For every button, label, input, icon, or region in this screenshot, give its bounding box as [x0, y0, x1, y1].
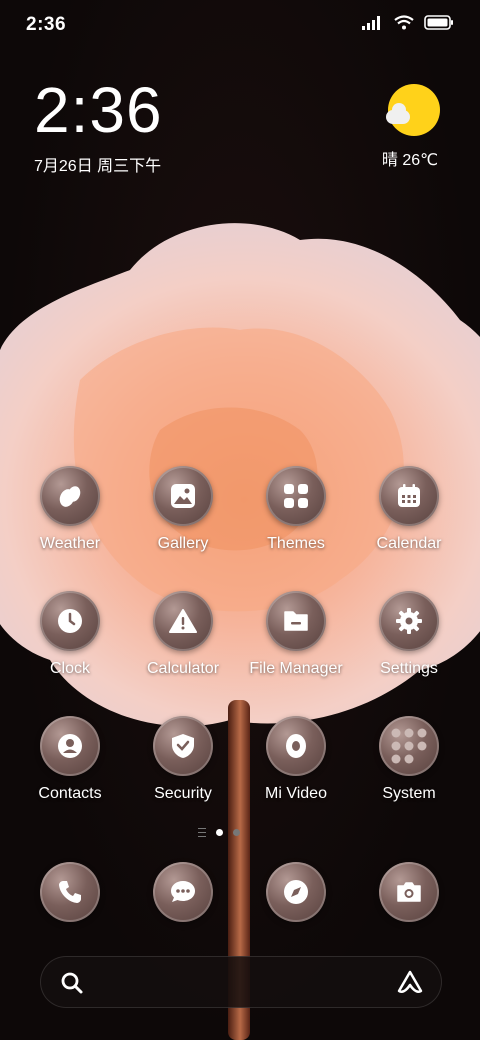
dock-phone[interactable] — [14, 862, 126, 922]
clock-time: 2:36 — [34, 74, 163, 146]
app-weather[interactable]: Weather — [14, 466, 126, 553]
app-label: Calendar — [376, 535, 442, 552]
search-icon[interactable] — [60, 971, 84, 995]
app-settings[interactable]: Settings — [353, 591, 465, 678]
app-label: Weather — [39, 535, 101, 552]
security-icon — [153, 716, 213, 776]
weather-widget[interactable]: 晴 26℃ — [382, 84, 444, 170]
page-indicator[interactable] — [198, 828, 240, 837]
app-file-manager[interactable]: File Manager — [240, 591, 352, 678]
app-gallery[interactable]: Gallery — [127, 466, 239, 553]
status-bar: 2:36 — [0, 0, 480, 50]
battery-icon — [424, 15, 453, 30]
dock-camera[interactable] — [353, 862, 465, 922]
app-clock[interactable]: Clock — [14, 591, 126, 678]
app-calendar[interactable]: Calendar — [353, 466, 465, 553]
signal-icon — [362, 15, 380, 30]
wifi-icon — [394, 15, 414, 30]
app-label: Mi Video — [265, 785, 327, 802]
gallery-icon — [153, 466, 213, 526]
app-label: System — [382, 785, 436, 802]
page-dot[interactable] — [233, 829, 240, 836]
clock-widget[interactable]: 2:36 7月26日 周三下午 — [34, 78, 163, 176]
dock-messages[interactable] — [127, 862, 239, 922]
app-themes[interactable]: Themes — [240, 466, 352, 553]
app-label: Settings — [380, 660, 438, 677]
file-manager-icon — [266, 591, 326, 651]
app-folder-system[interactable]: System — [353, 716, 465, 803]
dock-browser[interactable] — [240, 862, 352, 922]
app-label: Security — [154, 785, 212, 802]
sun-cloud-icon — [386, 84, 440, 136]
app-label: Clock — [49, 660, 90, 677]
phone-icon — [40, 862, 100, 922]
app-mi-video[interactable]: Mi Video — [240, 716, 352, 803]
clock-icon — [40, 591, 100, 651]
app-contacts[interactable]: Contacts — [14, 716, 126, 803]
status-time: 2:36 — [26, 14, 67, 35]
app-label: Gallery — [157, 535, 209, 552]
camera-icon — [379, 862, 439, 922]
app-label: Calculator — [146, 660, 220, 677]
app-calculator[interactable]: Calculator — [127, 591, 239, 678]
mi-video-icon — [266, 716, 326, 776]
folder-icon — [379, 716, 439, 776]
app-label: File Manager — [249, 660, 343, 677]
page-dot-active[interactable] — [216, 829, 223, 836]
contacts-icon — [40, 716, 100, 776]
messages-icon — [153, 862, 213, 922]
settings-icon — [379, 591, 439, 651]
calculator-icon — [153, 591, 213, 651]
search-bar[interactable] — [40, 956, 442, 1008]
weather-text: 晴 26℃ — [381, 152, 439, 169]
app-label: Themes — [267, 535, 325, 552]
assistant-icon[interactable] — [396, 969, 424, 995]
app-security[interactable]: Security — [127, 716, 239, 803]
app-label: Contacts — [38, 785, 102, 802]
calendar-icon — [379, 466, 439, 526]
app-list-indicator-icon[interactable] — [198, 828, 206, 837]
status-icons — [362, 15, 454, 30]
themes-icon — [266, 466, 326, 526]
clock-date: 7月26日 周三下午 — [34, 158, 162, 175]
weather-icon — [40, 466, 100, 526]
browser-icon — [266, 862, 326, 922]
